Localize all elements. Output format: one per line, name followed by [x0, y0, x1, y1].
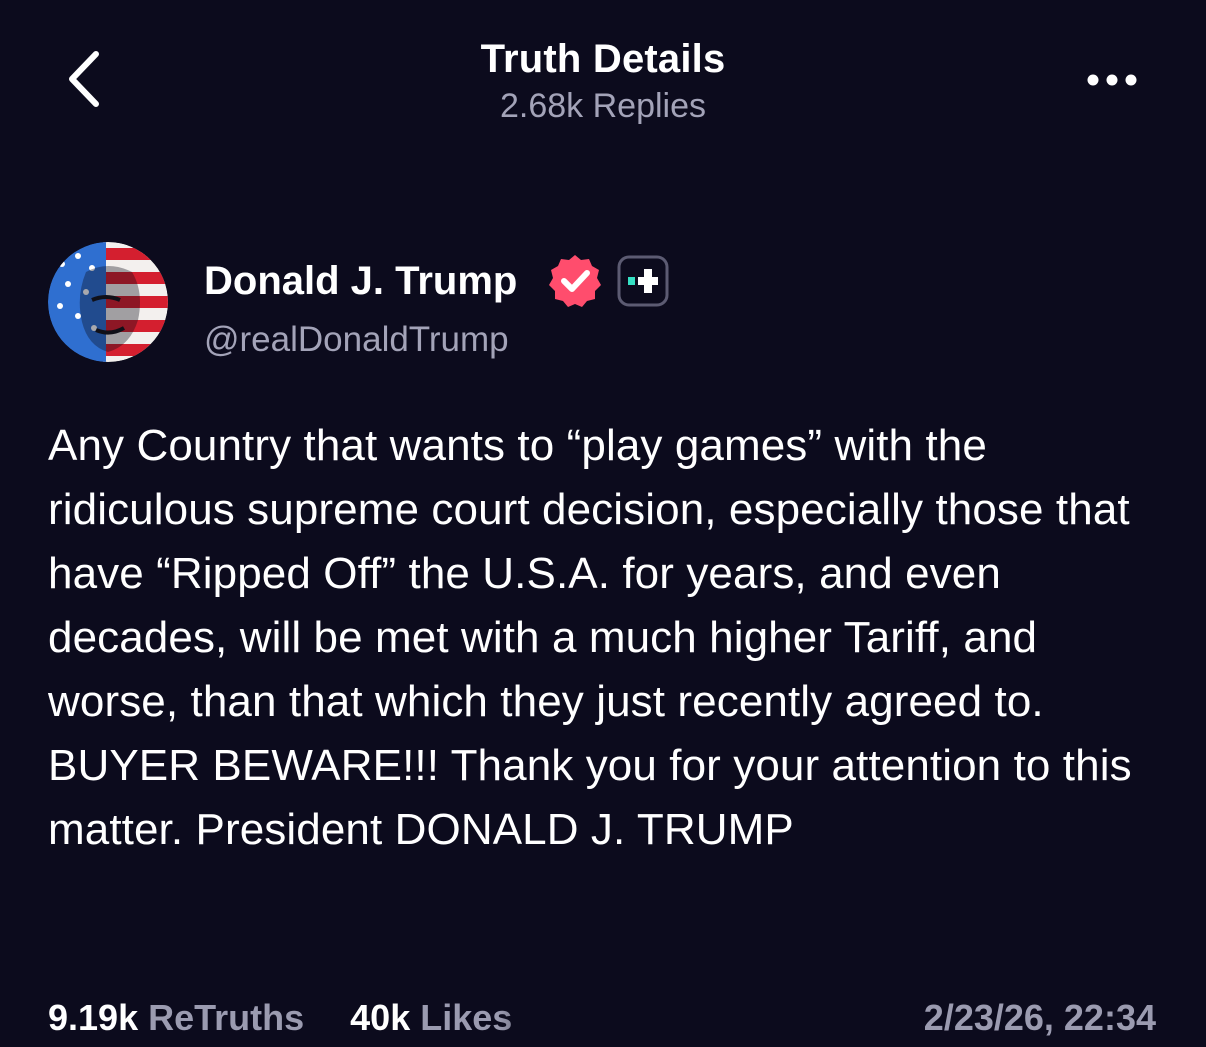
avatar-image [48, 242, 168, 362]
more-options-button[interactable] [1080, 66, 1144, 94]
top-bar: Truth Details 2.68k Replies [0, 0, 1206, 150]
retruths-count: 9.19k [48, 997, 139, 1038]
more-horizontal-icon [1087, 74, 1137, 86]
author-name[interactable]: Donald J. Trump [204, 256, 517, 306]
author-header: Donald J. Trump @realDonaldTrump [48, 240, 748, 370]
truth-plus-icon [617, 255, 669, 307]
post-body: Any Country that wants to “play games” w… [48, 421, 1132, 854]
blur-overlay [498, 994, 788, 1042]
avatar[interactable] [48, 242, 168, 362]
retruths-label: ReTruths [148, 997, 305, 1038]
post-timestamp: 2/23/26, 22:34 [923, 997, 1156, 1038]
likes-stat[interactable]: 40k Likes [350, 994, 512, 1042]
reply-count: 2.68k Replies [499, 87, 706, 125]
page-title: Truth Details [480, 37, 726, 81]
post-stats: 9.19k ReTruths 40k Likes [48, 994, 788, 1042]
likes-count: 40k [350, 997, 411, 1038]
author-handle[interactable]: @realDonaldTrump [204, 318, 509, 362]
retruths-stat[interactable]: 9.19k ReTruths [48, 994, 304, 1042]
verified-badge-icon [549, 255, 601, 307]
